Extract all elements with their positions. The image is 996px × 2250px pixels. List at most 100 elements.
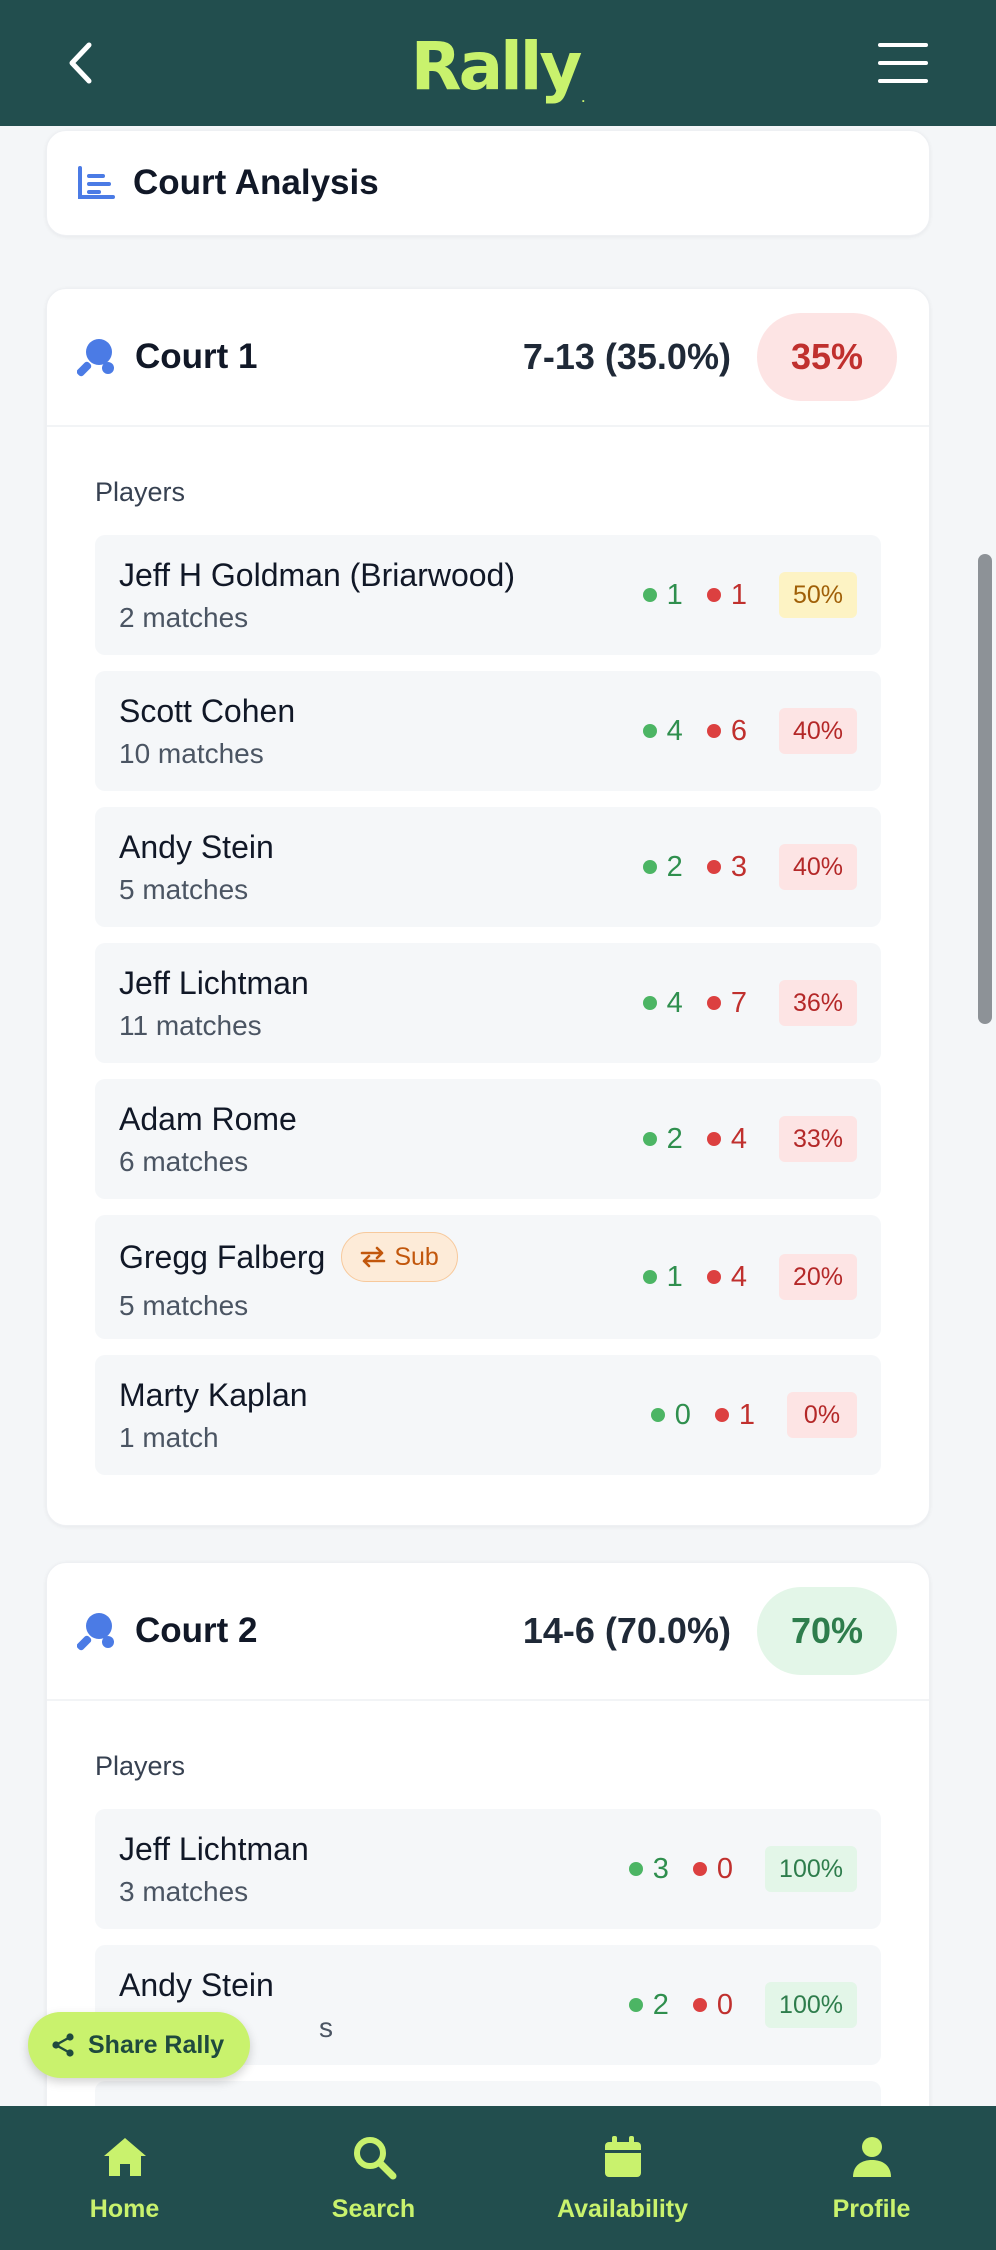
player-row[interactable]: Jeff H Goldman (Briarwood) 2 matches 1 1… — [95, 535, 881, 655]
player-matches: 11 matches — [119, 1009, 262, 1041]
losses: 3 — [706, 850, 747, 884]
players-list: Jeff H Goldman (Briarwood) 2 matches 1 1… — [95, 535, 881, 1475]
losses-count: 3 — [730, 850, 747, 883]
win-dot-icon — [642, 724, 657, 738]
losses: 1 — [714, 1399, 755, 1432]
win-dot-icon — [642, 1132, 657, 1146]
player-name: Scott Cohen — [119, 692, 296, 729]
losses-count: 0 — [716, 1852, 734, 1885]
win-dot-icon — [628, 1998, 643, 2012]
bottom-nav: Home Search Availability Profile — [0, 2106, 996, 2250]
win-dot-icon — [642, 996, 657, 1010]
win-loss: 1 1 — [642, 578, 747, 612]
win-percentage-badge: 0% — [787, 1392, 857, 1438]
win-percentage-badge: 40% — [778, 844, 857, 890]
win-loss: 2 4 — [642, 1122, 747, 1156]
wins-count: 4 — [666, 986, 683, 1019]
player-matches: 1 match — [119, 1421, 219, 1453]
player-matches: 6 matches — [119, 1145, 249, 1177]
wins-count: 0 — [674, 1398, 691, 1431]
loss-dot-icon — [714, 1408, 729, 1422]
paddle-icon — [77, 1613, 114, 1651]
loss-dot-icon — [706, 1270, 721, 1284]
wins-count: 2 — [652, 1988, 669, 2021]
player-name: Andy Stein — [119, 1966, 274, 2003]
player-name: Adam Rome — [119, 1100, 297, 1137]
nav-search-label: Search — [331, 2194, 416, 2223]
court-card-1: Court 1 7-13 (35.0%) 35% Players Jeff H … — [46, 288, 930, 1526]
share-rally-button[interactable]: Share Rally — [28, 2012, 251, 2078]
player-row[interactable]: Andy Stein 5 matches 2 3 40% — [95, 807, 881, 927]
player-row[interactable]: Adam Rome 6 matches 2 4 33% — [95, 1079, 881, 1199]
player-info: Jeff Lichtman 3 matches — [119, 1831, 629, 1908]
court-name: Court 1 — [135, 337, 258, 376]
losses-count: 7 — [730, 986, 747, 1019]
win-loss: 2 3 — [642, 850, 747, 884]
win-loss: 4 6 — [642, 714, 747, 748]
player-row[interactable]: Gregg Falberg Sub 5 matches 1 4 20% — [95, 1215, 881, 1339]
nav-profile[interactable]: Profile — [747, 2106, 996, 2250]
nav-availability[interactable]: Availability — [498, 2106, 747, 2250]
losses: 0 — [692, 1988, 734, 2022]
player-info: Scott Cohen 10 matches — [119, 693, 643, 770]
player-row[interactable]: Marty Kaplan 1 match 0 1 0% — [95, 1355, 881, 1475]
menu-button[interactable] — [878, 43, 928, 83]
player-matches: 2 matches — [119, 601, 249, 633]
win-loss: 1 4 — [642, 1261, 747, 1294]
paddle-icon — [77, 339, 114, 377]
nav-home[interactable]: Home — [0, 2106, 249, 2250]
win-dot-icon — [642, 860, 657, 874]
wins-count: 2 — [666, 1122, 683, 1155]
court-win-badge: 35% — [756, 313, 897, 401]
losses: 4 — [706, 1261, 747, 1294]
player-row[interactable] — [95, 2081, 881, 2106]
wins: 4 — [642, 986, 683, 1020]
losses: 0 — [692, 1852, 734, 1886]
player-info: Jeff Lichtman 11 matches — [119, 965, 643, 1042]
win-percentage-badge: 40% — [778, 708, 857, 754]
chevron-left-icon — [69, 42, 92, 84]
share-icon — [52, 2033, 74, 2057]
logo-text[interactable]: Rally — [411, 28, 583, 105]
logo-dot: . — [581, 94, 586, 105]
player-row[interactable]: Jeff Lichtman 3 matches 3 0 100% — [95, 1809, 881, 1929]
win-percentage-badge: 33% — [778, 1116, 857, 1162]
menu-line — [878, 79, 928, 83]
search-icon — [353, 2136, 396, 2179]
win-loss: 2 0 — [628, 1988, 734, 2022]
player-name: Andy Stein — [119, 828, 274, 865]
player-matches: 5 matches — [119, 1290, 249, 1321]
scrollbar-thumb[interactable] — [978, 554, 992, 1024]
loss-dot-icon — [706, 1132, 721, 1146]
player-row[interactable]: Jeff Lichtman 11 matches 4 7 36% — [95, 943, 881, 1063]
wins: 2 — [642, 850, 683, 884]
player-info: Andy Stein 5 matches — [119, 829, 643, 906]
profile-icon — [852, 2136, 891, 2177]
wins-count: 2 — [666, 850, 683, 883]
player-info: Jeff H Goldman (Briarwood) 2 matches — [119, 557, 643, 634]
court-name: Court 2 — [135, 1611, 258, 1650]
loss-dot-icon — [706, 724, 721, 738]
wins-count: 3 — [652, 1852, 669, 1885]
losses: 4 — [706, 1122, 747, 1156]
wins-count: 4 — [666, 714, 683, 747]
losses: 1 — [706, 578, 747, 612]
court-win-badge: 70% — [756, 1587, 897, 1675]
player-name: Jeff Lichtman — [119, 1830, 309, 1867]
loss-dot-icon — [706, 588, 721, 602]
loss-dot-icon — [706, 996, 721, 1010]
wins: 3 — [628, 1852, 669, 1886]
share-rally-label: Share Rally — [88, 2030, 225, 2059]
back-button[interactable] — [60, 33, 100, 93]
nav-search[interactable]: Search — [249, 2106, 498, 2250]
losses-count: 1 — [730, 578, 747, 611]
player-name: Gregg Falberg — [119, 1238, 326, 1275]
court-analysis-header-card: Court Analysis — [46, 130, 930, 236]
page-title: Court Analysis — [133, 163, 379, 202]
losses-count: 6 — [730, 714, 747, 747]
win-dot-icon — [650, 1408, 665, 1422]
player-row[interactable]: Scott Cohen 10 matches 4 6 40% — [95, 671, 881, 791]
losses-count: 0 — [716, 1988, 734, 2021]
losses-count: 4 — [730, 1122, 747, 1155]
player-name-line: Gregg Falberg Sub — [119, 1232, 643, 1282]
